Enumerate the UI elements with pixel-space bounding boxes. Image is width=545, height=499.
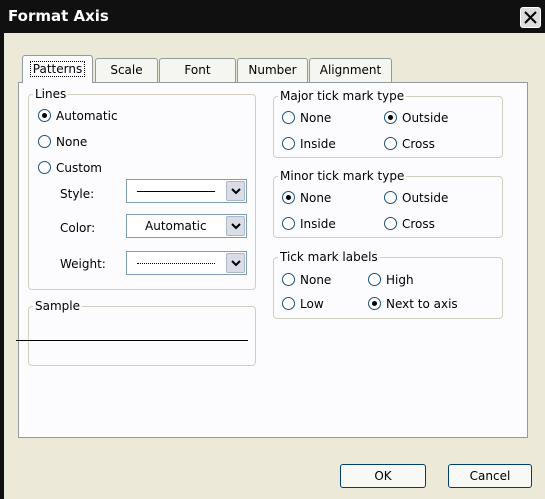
hairline-swatch xyxy=(137,263,215,264)
weight-label: Weight: xyxy=(60,257,106,271)
close-button[interactable] xyxy=(520,7,541,28)
color-select-value: Automatic xyxy=(145,219,207,233)
close-icon xyxy=(524,11,537,24)
color-label: Color: xyxy=(60,221,96,235)
tab-scale[interactable]: Scale xyxy=(95,58,158,82)
tab-patterns[interactable]: Patterns xyxy=(22,55,93,83)
style-label: Style: xyxy=(60,187,95,201)
tick-labels-label: Tick mark labels xyxy=(278,250,380,264)
chevron-down-icon xyxy=(231,188,241,195)
title-bar[interactable]: Format Axis xyxy=(0,0,545,33)
weight-select[interactable] xyxy=(126,251,247,275)
tab-font[interactable]: Font xyxy=(159,58,236,82)
lines-group-label: Lines xyxy=(33,87,69,101)
sample-line-preview xyxy=(16,340,248,341)
sample-group: Sample xyxy=(28,299,256,366)
tab-alignment[interactable]: Alignment xyxy=(309,58,392,82)
ok-button[interactable]: OK xyxy=(340,464,426,488)
color-select[interactable]: Automatic xyxy=(126,214,247,238)
solid-line-swatch xyxy=(137,191,215,192)
tab-number[interactable]: Number xyxy=(237,58,308,82)
format-axis-dialog: Format Axis Patterns Scale Font Number A… xyxy=(0,0,545,499)
minor-tick-label: Minor tick mark type xyxy=(278,169,407,183)
chevron-down-icon xyxy=(231,260,241,267)
style-select[interactable] xyxy=(126,179,247,203)
weight-dropdown-button[interactable] xyxy=(226,253,245,273)
style-dropdown-button[interactable] xyxy=(226,181,245,201)
cancel-button[interactable]: Cancel xyxy=(448,464,532,488)
chevron-down-icon xyxy=(231,223,241,230)
major-tick-label: Major tick mark type xyxy=(278,89,407,103)
color-dropdown-button[interactable] xyxy=(226,216,245,236)
window-frame xyxy=(0,33,4,499)
dialog-title: Format Axis xyxy=(8,7,109,25)
sample-group-label: Sample xyxy=(33,299,82,313)
